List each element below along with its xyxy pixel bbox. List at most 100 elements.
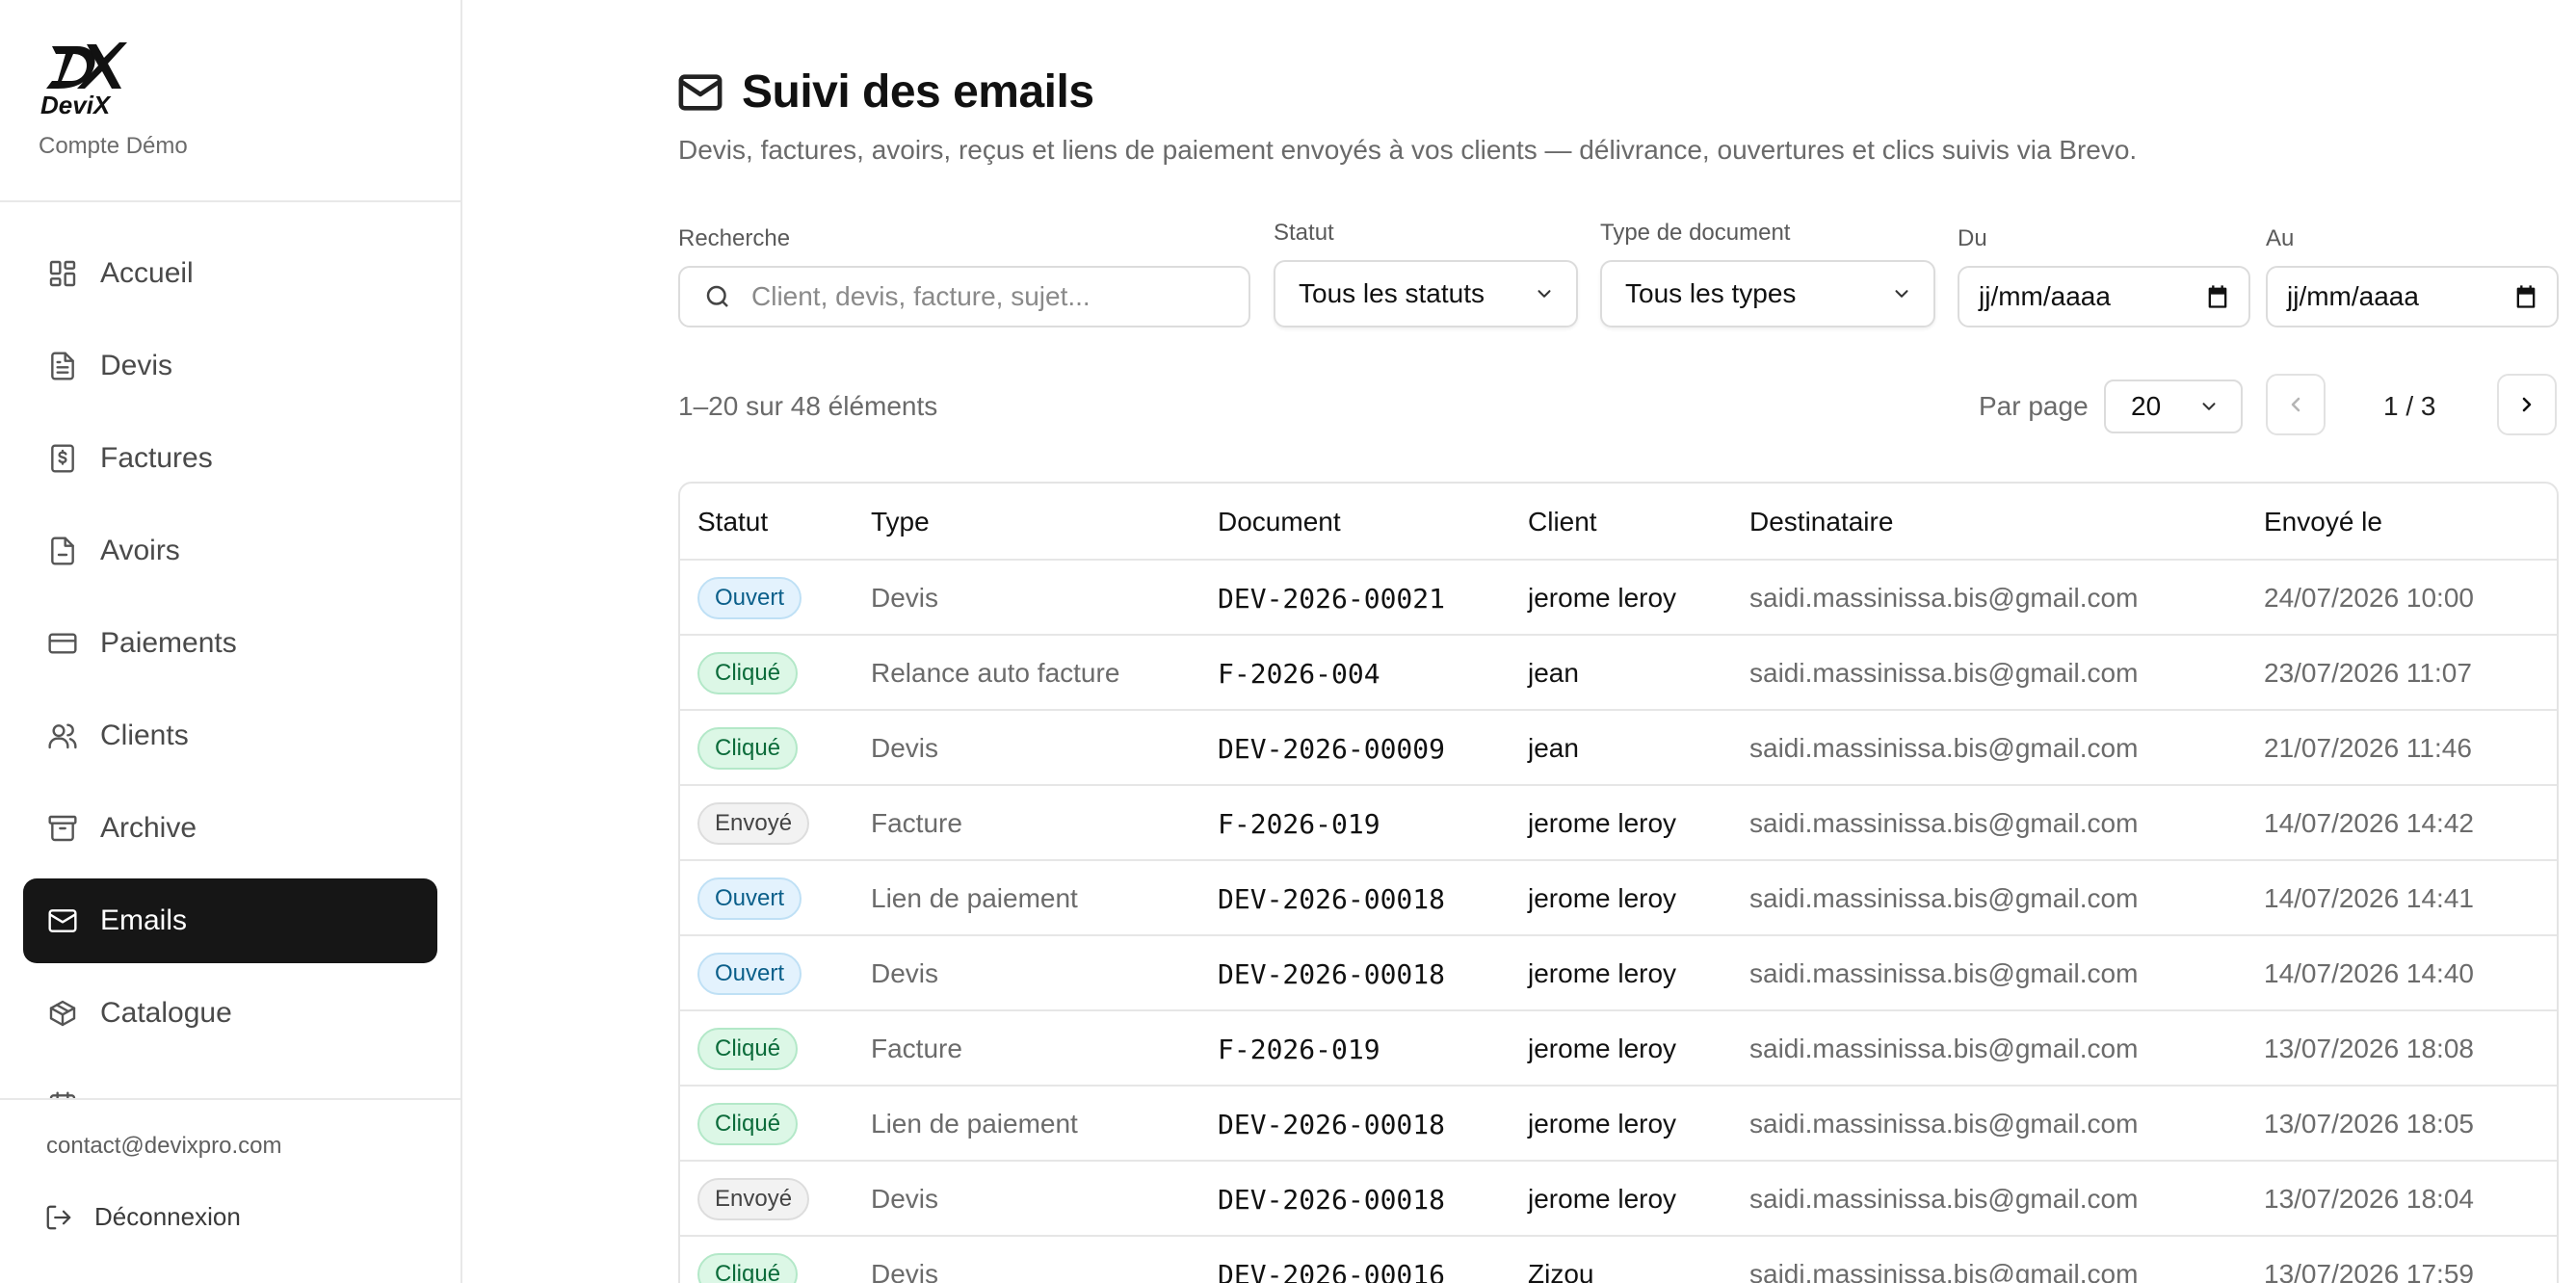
status-badge: Cliqué [697, 1253, 799, 1283]
recipient-cell: saidi.massinissa.bis@gmail.com [1749, 1259, 2139, 1283]
chevron-down-icon [1895, 290, 1908, 298]
document-cell[interactable]: DEV-2026-00018 [1218, 936, 1445, 1011]
table-row[interactable]: Ouvert Devis DEV-2026-00018 jerome leroy sai… [680, 936, 2557, 1011]
date-from-input[interactable]: jj/mm/aaaa [1958, 266, 2250, 327]
sidebar-item-label: Archive [100, 812, 197, 844]
document-cell[interactable]: DEV-2026-00021 [1218, 561, 1445, 636]
invoice-icon [46, 442, 79, 475]
sent-date-cell: 23/07/2026 11:07 [2264, 658, 2472, 688]
document-cell[interactable]: DEV-2026-00018 [1218, 861, 1445, 936]
column-header-recipient[interactable]: Destinataire [1749, 484, 1893, 561]
client-cell: jerome leroy [1528, 583, 1677, 613]
sidebar-item-label: Devis [100, 350, 173, 381]
sidebar-footer-divider [0, 1098, 460, 1100]
credit-card-icon [46, 627, 79, 660]
logout-button[interactable]: Déconnexion [44, 1202, 241, 1232]
search-label: Recherche [678, 225, 791, 251]
sidebar-item-accueil[interactable]: Accueil [23, 231, 437, 316]
search-input[interactable] [751, 281, 1214, 312]
brand-logo[interactable]: DeviX [39, 35, 131, 118]
type-cell: Devis [871, 583, 939, 613]
date-from-value: jj/mm/aaaa [1979, 281, 2111, 311]
sidebar-item-label: Avoirs [100, 535, 180, 566]
dashboard-icon [46, 257, 79, 290]
calendar-icon[interactable] [2204, 283, 2231, 310]
recipient-cell: saidi.massinissa.bis@gmail.com [1749, 583, 2139, 613]
type-cell: Lien de paiement [871, 1109, 1078, 1139]
document-cell[interactable]: DEV-2026-00018 [1218, 1162, 1445, 1237]
type-cell: Devis [871, 733, 939, 763]
document-cell[interactable]: DEV-2026-00009 [1218, 711, 1445, 786]
client-cell: jerome leroy [1528, 1109, 1677, 1139]
table-row[interactable]: Envoyé Devis DEV-2026-00018 jerome leroy sai… [680, 1162, 2557, 1237]
sidebar-item-label: Accueil [100, 257, 194, 289]
logout-label: Déconnexion [94, 1202, 241, 1231]
table-row[interactable]: Envoyé Facture F-2026-019 jerome leroy saidi… [680, 786, 2557, 861]
sidebar-item-avoirs[interactable]: Avoirs [23, 509, 437, 593]
account-name: Compte Démo [39, 133, 188, 159]
recipient-cell: saidi.massinissa.bis@gmail.com [1749, 733, 2139, 763]
client-cell: jerome leroy [1528, 1034, 1677, 1063]
status-badge: Cliqué [697, 652, 799, 694]
status-badge: Cliqué [697, 1103, 799, 1145]
date-to-input[interactable]: jj/mm/aaaa [2266, 266, 2559, 327]
document-cell[interactable]: F-2026-019 [1218, 786, 1380, 861]
status-cell: Cliqué [697, 711, 799, 786]
type-select[interactable]: Tous les types [1600, 260, 1935, 327]
type-filter-label: Type de document [1600, 220, 1791, 246]
table-row[interactable]: Ouvert Lien de paiement DEV-2026-00018 jero… [680, 861, 2557, 936]
client-cell: jerome leroy [1528, 958, 1677, 988]
per-page-select[interactable]: 20 [2104, 380, 2243, 433]
status-cell: Cliqué [697, 1237, 799, 1283]
document-cell[interactable]: F-2026-019 [1218, 1011, 1380, 1087]
sidebar-item-emails[interactable]: Emails [23, 878, 437, 963]
type-cell: Devis [871, 1259, 939, 1283]
chevron-right-icon [2522, 397, 2532, 412]
sidebar-item-catalogue[interactable]: Catalogue [23, 971, 437, 1056]
table-row[interactable]: Cliqué Devis DEV-2026-00016 Zizou saidi.mass… [680, 1237, 2557, 1283]
sidebar-item-factures[interactable]: Factures [23, 416, 437, 501]
type-select-value: Tous les types [1625, 278, 1797, 308]
column-header-status[interactable]: Statut [697, 484, 768, 561]
sidebar-item-clients[interactable]: Clients [23, 694, 437, 778]
package-icon [46, 997, 79, 1030]
table-row[interactable]: Cliqué Lien de paiement DEV-2026-00018 jero… [680, 1087, 2557, 1162]
previous-page-button[interactable] [2266, 374, 2326, 435]
sidebar-item-archive[interactable]: Archive [23, 786, 437, 871]
page-title: Suivi des emails [742, 66, 1094, 118]
status-badge: Cliqué [697, 1028, 799, 1070]
column-header-document[interactable]: Document [1218, 484, 1341, 561]
credit-note-icon [46, 535, 79, 567]
sidebar-item-paiements[interactable]: Paiements [23, 601, 437, 686]
sidebar-item-devis[interactable]: Devis [23, 324, 437, 408]
users-icon [46, 720, 79, 752]
sidebar-item-label: Clients [100, 720, 189, 751]
document-cell[interactable]: DEV-2026-00016 [1218, 1237, 1445, 1283]
status-filter-label: Statut [1274, 220, 1334, 246]
recipient-cell: saidi.massinissa.bis@gmail.com [1749, 1109, 2139, 1139]
search-field[interactable] [678, 266, 1250, 327]
table-row[interactable]: Cliqué Devis DEV-2026-00009 jean saidi.massi… [680, 711, 2557, 786]
document-cell[interactable]: DEV-2026-00018 [1218, 1087, 1445, 1162]
column-header-client[interactable]: Client [1528, 484, 1597, 561]
table-row[interactable]: Cliqué Facture F-2026-019 jerome leroy saidi… [680, 1011, 2557, 1087]
calendar-icon[interactable] [2512, 283, 2539, 310]
chevron-down-icon [2202, 403, 2216, 410]
sidebar-nav: Accueil Devis Factures Avoirs Paiements … [23, 231, 437, 1098]
document-cell[interactable]: F-2026-004 [1218, 636, 1380, 711]
status-cell: Cliqué [697, 1087, 799, 1162]
status-select[interactable]: Tous les statuts [1274, 260, 1578, 327]
table-row[interactable]: Ouvert Devis DEV-2026-00021 jerome leroy sai… [680, 561, 2557, 636]
client-cell: jerome leroy [1528, 1184, 1677, 1214]
status-select-value: Tous les statuts [1299, 278, 1485, 308]
status-cell: Envoyé [697, 1162, 810, 1237]
column-header-type[interactable]: Type [871, 484, 930, 561]
date-to-label: Au [2266, 225, 2295, 251]
sent-date-cell: 24/07/2026 10:00 [2264, 583, 2474, 613]
column-header-sent[interactable]: Envoyé le [2264, 484, 2382, 561]
next-page-button[interactable] [2497, 374, 2557, 435]
status-badge: Envoyé [697, 1178, 810, 1220]
sidebar-item-calendar[interactable] [23, 1063, 437, 1098]
date-from-label: Du [1958, 225, 1987, 251]
table-row[interactable]: Cliqué Relance auto facture F-2026-004 jean… [680, 636, 2557, 711]
